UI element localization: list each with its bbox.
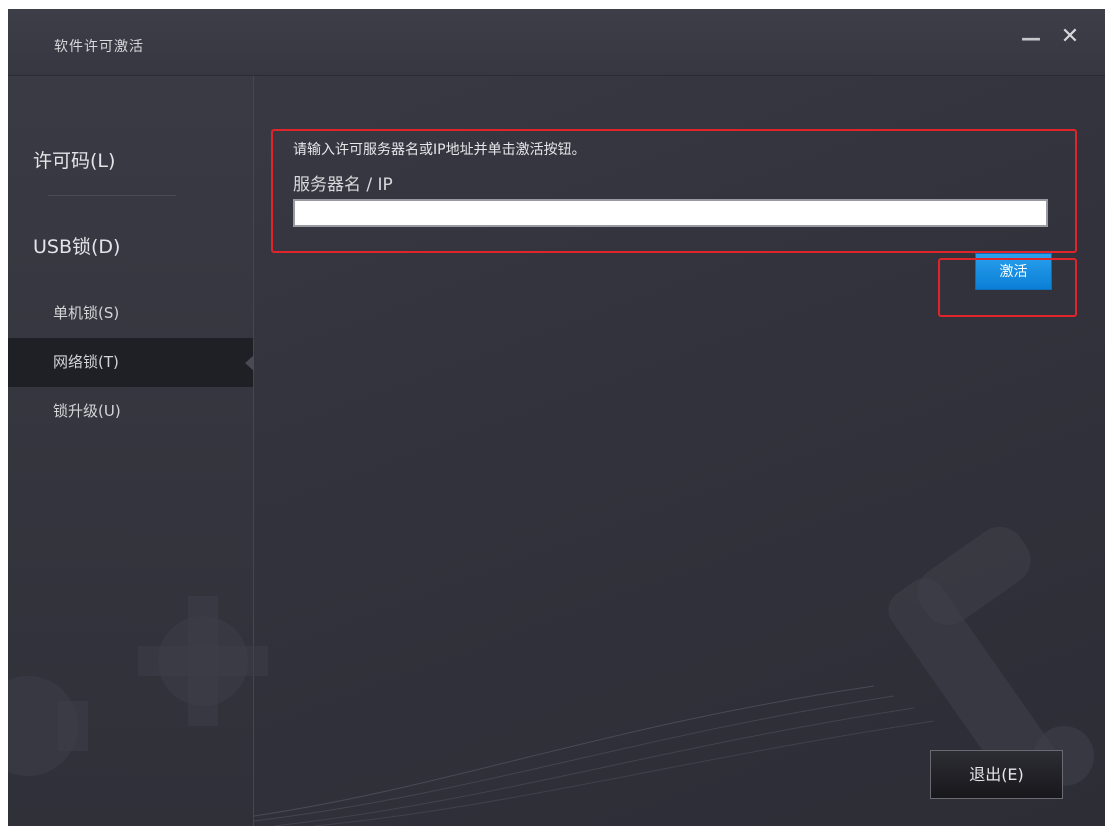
nav-item-lock-upgrade[interactable]: 锁升级(U) [8,387,253,436]
instruction-text: 请输入许可服务器名或IP地址并单击激活按钮。 [293,142,586,158]
nav-item-label: 锁升级(U) [53,402,121,420]
minimize-icon[interactable]: — [1021,27,1041,49]
nav-usb-lock[interactable]: USB锁(D) [33,232,120,259]
title-bar: 软件许可激活 — ✕ [8,9,1105,76]
active-indicator-arrow-icon [245,355,254,371]
decorative-waves [254,685,935,826]
nav-item-label: 网络锁(T) [53,353,119,371]
close-icon[interactable]: ✕ [1059,25,1081,49]
activation-window: 软件许可激活 — ✕ 许可码(L) USB锁(D) 单机锁(S) 网络锁(T) … [8,9,1105,826]
server-ip-input[interactable] [293,199,1048,227]
exit-button[interactable]: 退出(E) [930,750,1063,799]
nav-divider [48,195,176,196]
main-content: 请输入许可服务器名或IP地址并单击激活按钮。 服务器名 / IP 激活 退出(E… [254,76,1105,826]
sidebar: 许可码(L) USB锁(D) 单机锁(S) 网络锁(T) 锁升级(U) [8,76,268,826]
nav-item-network-lock[interactable]: 网络锁(T) [8,338,254,387]
activate-button[interactable]: 激活 [975,253,1052,290]
window-title: 软件许可激活 [54,39,144,55]
nav-item-standalone-lock[interactable]: 单机锁(S) [8,289,253,338]
server-field-label: 服务器名 / IP [293,175,393,195]
nav-item-label: 单机锁(S) [53,304,120,322]
nav-license-code[interactable]: 许可码(L) [33,146,115,173]
